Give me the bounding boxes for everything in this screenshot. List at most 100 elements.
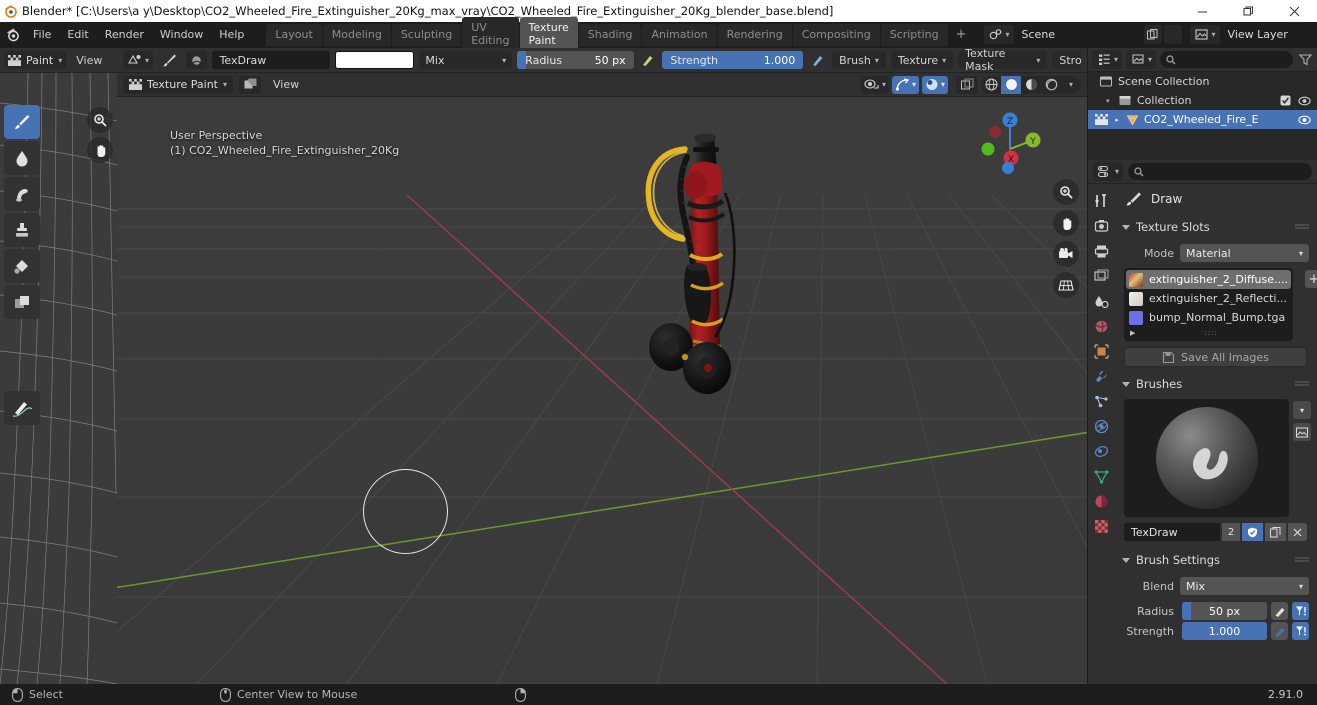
browse-brush-button[interactable]: ▾	[1293, 401, 1311, 419]
ptab-constraints[interactable]	[1090, 440, 1112, 462]
image-editor-mode-select[interactable]: Paint ▾	[4, 51, 67, 69]
shading-options-chevron[interactable]: ▾	[1061, 76, 1081, 94]
collection-checkbox[interactable]	[1280, 95, 1291, 106]
close-button[interactable]	[1271, 0, 1317, 22]
radius-pressure-toggle[interactable]	[1271, 602, 1288, 620]
viewport-gizmo-toggle[interactable]	[239, 75, 261, 94]
texture-slot-item[interactable]: extinguisher_2_Diffuse....	[1126, 270, 1291, 289]
workspace-tab-modeling[interactable]: Modeling	[322, 23, 391, 46]
ptab-render[interactable]	[1090, 215, 1112, 237]
tool-mask[interactable]	[4, 285, 40, 319]
brush-name-field[interactable]: TexDraw	[211, 51, 331, 69]
brush-color-swatch[interactable]	[335, 51, 415, 69]
blend-mode-select[interactable]: Mix ▾	[419, 51, 513, 69]
maximize-button[interactable]	[1225, 0, 1271, 22]
viewport-3d[interactable]: User Perspective (1) CO2_Wheeled_Fire_Ex…	[117, 73, 1087, 684]
shield-icon[interactable]	[1242, 523, 1263, 541]
scene-name-field[interactable]: Scene	[1013, 25, 1142, 44]
shading-solid[interactable]	[1001, 75, 1021, 94]
outliner-search-input[interactable]	[1160, 51, 1293, 68]
copy-icon[interactable]	[1265, 523, 1286, 541]
pan-icon[interactable]	[1053, 210, 1079, 236]
mode-select[interactable]: Material ▾	[1180, 244, 1309, 262]
brush-browse-button[interactable]	[185, 51, 207, 69]
workspace-tab-rendering[interactable]: Rendering	[717, 23, 792, 46]
radius-pressure-toggle[interactable]	[639, 51, 658, 69]
tool-smear[interactable]	[4, 177, 40, 211]
expand-list-icon[interactable]: ▶	[1130, 329, 1135, 337]
tool-annotate[interactable]	[4, 391, 40, 425]
image-editor-canvas[interactable]	[0, 73, 117, 684]
strength-unified-toggle[interactable]	[1292, 622, 1309, 640]
viewport-overlays-toggle[interactable]	[956, 75, 978, 94]
funnel-icon[interactable]	[1297, 52, 1313, 68]
eye-icon[interactable]	[1298, 96, 1311, 106]
proportional-edit-toggle[interactable]: ▾	[921, 75, 948, 94]
shading-wireframe[interactable]	[981, 76, 1001, 94]
new-brush-button[interactable]	[1293, 423, 1311, 441]
expander-icon[interactable]: ▸	[1110, 116, 1124, 124]
add-texture-slot-button[interactable]: +	[1305, 270, 1317, 288]
brush-popover[interactable]: Brush ▾	[832, 51, 886, 69]
properties-search-input[interactable]	[1128, 163, 1312, 180]
panel-texture-slots[interactable]: Texture Slots	[1114, 216, 1317, 238]
zoom-icon[interactable]	[1053, 179, 1079, 205]
tool-soften[interactable]	[4, 141, 40, 175]
view-layer-name-field[interactable]: View Layer	[1219, 25, 1317, 44]
workspace-tab-animation[interactable]: Animation	[642, 23, 717, 46]
axis-gizmo[interactable]: Z Y X	[973, 105, 1047, 179]
ptab-object[interactable]	[1090, 340, 1112, 362]
workspace-tab-texture-paint[interactable]: Texture Paint	[519, 17, 578, 52]
menu-window[interactable]: Window	[152, 25, 211, 44]
radius-unified-toggle[interactable]	[1292, 602, 1309, 620]
workspace-tab-scripting[interactable]: Scripting	[880, 23, 948, 46]
menu-help[interactable]: Help	[211, 25, 252, 44]
ptab-scene[interactable]	[1090, 290, 1112, 312]
menu-file[interactable]: File	[25, 25, 59, 44]
perspective-icon[interactable]	[1053, 272, 1079, 298]
outliner-display-mode[interactable]: ▾	[1092, 50, 1123, 69]
add-workspace-button[interactable]: +	[949, 25, 974, 44]
save-all-images-button[interactable]: Save All Images	[1124, 347, 1307, 367]
panel-brush-settings[interactable]: Brush Settings	[1114, 549, 1317, 571]
snap-toggle[interactable]: ▾	[891, 75, 919, 94]
workspace-tab-shading[interactable]: Shading	[578, 23, 642, 46]
remove-scene-button[interactable]: x-icon	[1163, 25, 1182, 44]
x-icon[interactable]	[1288, 523, 1307, 541]
ptab-world[interactable]	[1090, 315, 1112, 337]
image-editor-view-menu[interactable]: View	[70, 52, 108, 69]
new-scene-button[interactable]	[1143, 25, 1162, 44]
tool-clone[interactable]	[4, 213, 40, 247]
texture-slot-item[interactable]: bump_Normal_Bump.tga	[1126, 308, 1291, 327]
outliner-row-object[interactable]: ▸ CO2_Wheeled_Fire_E	[1088, 110, 1317, 129]
strength-pressure-toggle[interactable]	[808, 51, 827, 69]
list-resize-grip[interactable]: ::::	[1204, 329, 1217, 337]
outliner-row-scene-collection[interactable]: Scene Collection	[1088, 72, 1317, 91]
radius-slider[interactable]: 50 px	[1182, 602, 1267, 620]
workspace-tab-uv-editing[interactable]: UV Editing	[462, 17, 519, 52]
tool-draw[interactable]	[4, 105, 40, 139]
texture-slot-item[interactable]: extinguisher_2_Reflecti...	[1126, 289, 1291, 308]
texture-slot-list[interactable]: extinguisher_2_Diffuse.... extinguisher_…	[1124, 268, 1293, 341]
blender-menu-icon[interactable]	[6, 26, 21, 44]
ptab-tool[interactable]	[1090, 190, 1112, 212]
eye-icon[interactable]	[1298, 115, 1311, 125]
panel-brushes[interactable]: Brushes	[1114, 373, 1317, 395]
brush-datablock-name[interactable]: TexDraw	[1124, 523, 1220, 541]
outliner-filter-type[interactable]: ▾	[1126, 50, 1157, 69]
tool-fill[interactable]	[4, 249, 40, 283]
ptab-view-layer[interactable]	[1090, 265, 1112, 287]
ptab-particles[interactable]	[1090, 390, 1112, 412]
zoom-icon[interactable]	[87, 107, 113, 133]
ptab-material[interactable]	[1090, 490, 1112, 512]
outliner-row-collection[interactable]: ▾ Collection	[1088, 91, 1317, 110]
workspace-tab-sculpting[interactable]: Sculpting	[391, 23, 462, 46]
ptab-texture[interactable]	[1090, 515, 1112, 537]
ptab-output[interactable]	[1090, 240, 1112, 262]
radius-slider[interactable]: Radius 50 px	[517, 51, 634, 69]
workspace-tab-compositing[interactable]: Compositing	[792, 23, 880, 46]
strength-slider[interactable]: Strength 1.000	[662, 51, 804, 69]
visibility-toggle[interactable]: ▾	[860, 75, 889, 94]
brush-preset-selector[interactable]: ▾	[123, 51, 154, 69]
properties-editor-type[interactable]: ▾	[1093, 162, 1124, 181]
